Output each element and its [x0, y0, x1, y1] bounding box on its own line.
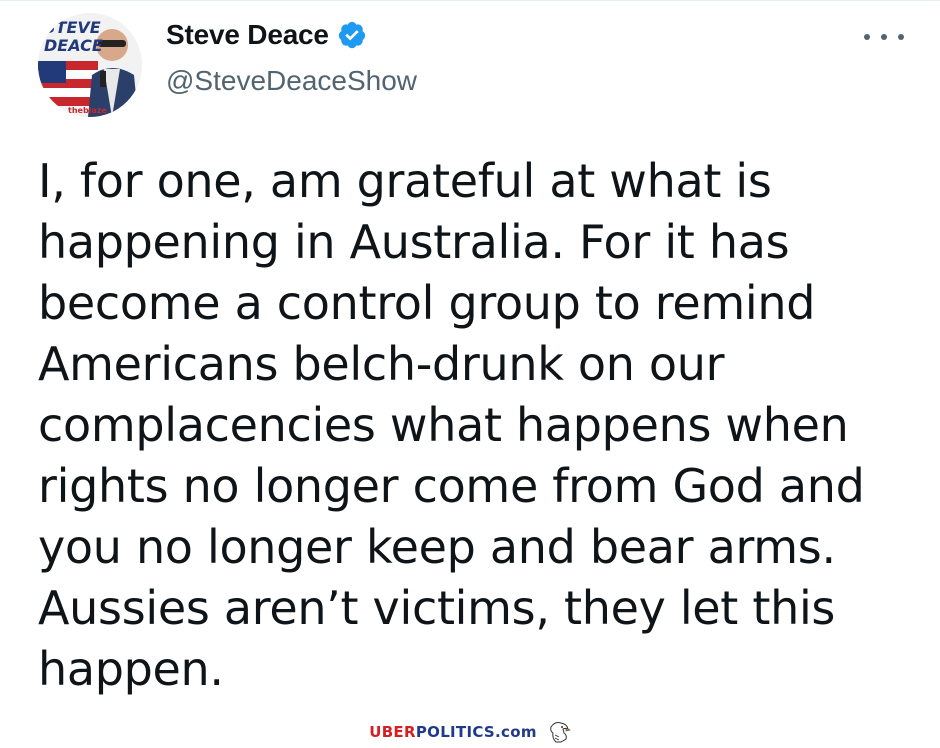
- eagle-icon: [547, 721, 571, 743]
- more-dot: [881, 34, 887, 40]
- more-dot: [898, 34, 904, 40]
- tweet-text: I, for one, am grateful at what is happe…: [38, 154, 865, 696]
- avatar-image: STEVE DEACE theblaze: [38, 13, 142, 117]
- more-dot: [864, 34, 870, 40]
- svg-text:DEACE: DEACE: [44, 36, 103, 55]
- avatar[interactable]: STEVE DEACE theblaze: [38, 13, 142, 117]
- svg-text:STEVE: STEVE: [44, 18, 101, 37]
- watermark-text: UBERPOLITICS.com: [369, 723, 537, 741]
- user-handle[interactable]: @SteveDeaceShow: [166, 65, 417, 97]
- tweet-card: STEVE DEACE theblaze Steve Deace @SteveD…: [0, 0, 940, 719]
- more-options-icon[interactable]: [864, 25, 904, 49]
- watermark-politics: POLITICS.com: [415, 723, 537, 741]
- author-name-row: Steve Deace: [166, 19, 367, 51]
- watermark-uber: UBER: [369, 723, 416, 741]
- svg-text:theblaze: theblaze: [68, 106, 107, 115]
- display-name[interactable]: Steve Deace: [166, 19, 329, 51]
- watermark-bar: UBERPOLITICS.com: [0, 718, 940, 746]
- verified-badge-icon: [337, 20, 367, 50]
